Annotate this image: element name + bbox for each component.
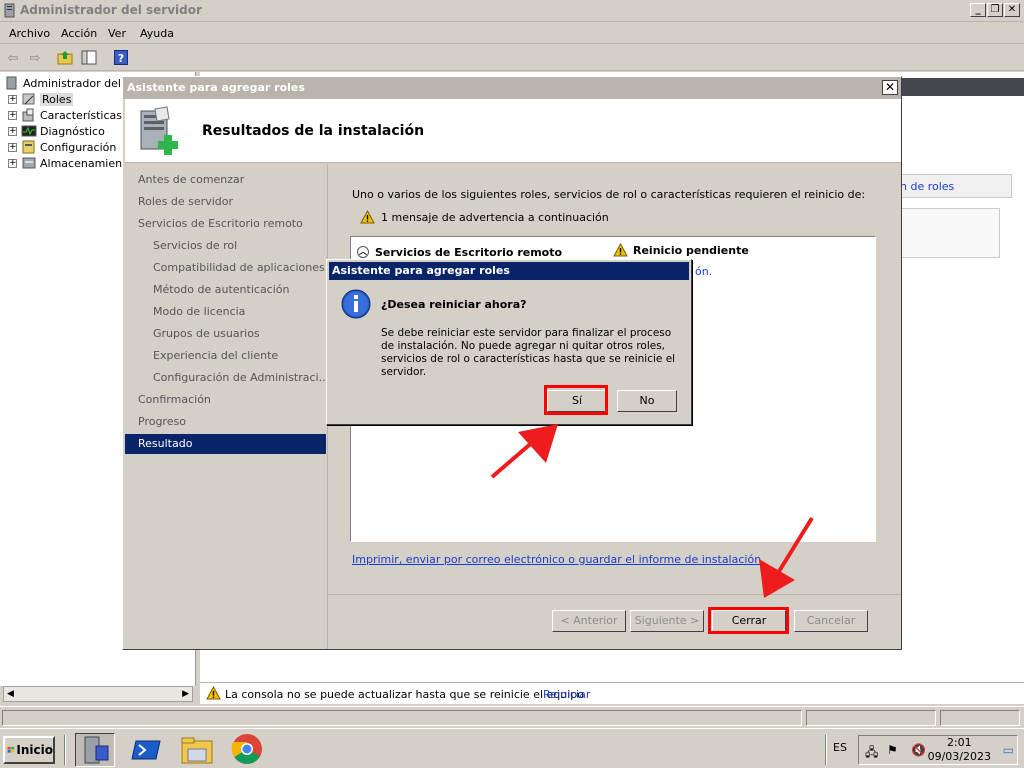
taskbar-powershell[interactable] (128, 733, 168, 767)
network-icon[interactable]: 🖧 (865, 743, 878, 764)
clock-time: 2:01 (946, 736, 972, 749)
system-tray: 🖧 ⚑ 🔇 2:01 09/03/2023 ▭ (858, 735, 1018, 765)
start-label: Inicio (16, 743, 53, 757)
taskbar-server-manager[interactable] (75, 733, 115, 767)
windows-logo-icon (7, 746, 15, 753)
taskbar-chrome[interactable] (228, 733, 268, 767)
taskbar-explorer[interactable] (178, 733, 218, 767)
taskbar: Inicio ES 🖧 ⚑ 🔇 2:01 09/03/2023 ▭ (0, 728, 1024, 768)
server-manager-icon (84, 736, 109, 764)
volume-muted-icon[interactable]: 🔇 (911, 743, 926, 757)
chrome-icon (231, 734, 262, 764)
arrow-to-si (490, 424, 558, 479)
clock-date: 09/03/2023 (927, 750, 991, 763)
language-indicator[interactable]: ES (833, 741, 847, 754)
action-center-icon[interactable]: ⚑ (887, 743, 898, 757)
powershell-icon (131, 740, 161, 760)
start-button[interactable]: Inicio (3, 736, 55, 764)
arrow-to-cerrar (759, 516, 814, 598)
annotation-arrows (490, 424, 814, 598)
show-desktop-icon[interactable]: ▭ (1003, 743, 1014, 757)
clock[interactable]: 2:01 09/03/2023 (928, 736, 991, 764)
folder-icon (181, 737, 213, 764)
